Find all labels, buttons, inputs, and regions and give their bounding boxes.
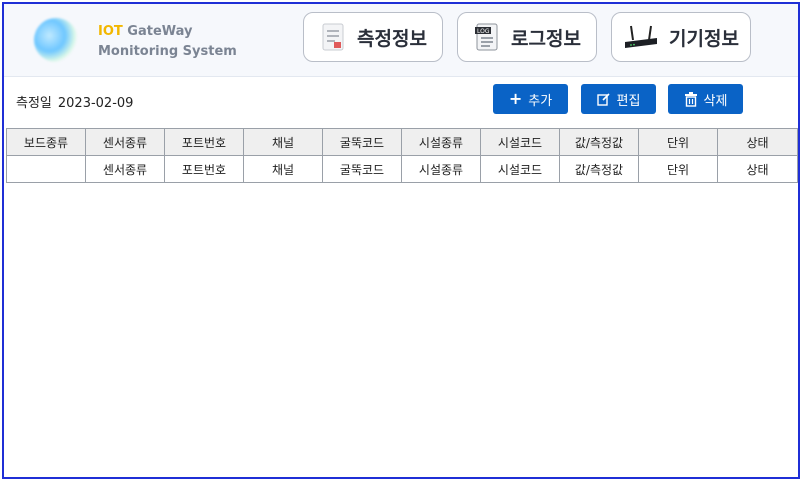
nav-device-label: 기기정보	[669, 27, 739, 50]
header-bar: IOT GateWay Monitoring System 측정정보 LOG 로…	[4, 4, 798, 77]
logo	[34, 18, 78, 62]
data-table: 보드종류 센서종류 포트번호 채널 굴뚝코드 시설종류 시설코드 값/측정값 단…	[6, 128, 798, 183]
edit-label: 편집	[616, 93, 641, 109]
add-button[interactable]: + 추가	[493, 84, 568, 114]
brand-line2: Monitoring System	[98, 44, 237, 59]
edit-icon	[596, 93, 610, 106]
svg-text:LOG: LOG	[477, 28, 490, 35]
brand-line1: GateWay	[122, 24, 193, 39]
column-header[interactable]: 시설코드	[480, 128, 560, 156]
table-cell[interactable]: 단위	[638, 155, 718, 183]
table-cell[interactable]: 채널	[243, 155, 323, 183]
column-header[interactable]: 센서종류	[85, 128, 165, 156]
date-bar: 측정일 2023-02-09	[16, 92, 139, 111]
nav-measurement-label: 측정정보	[357, 27, 427, 50]
column-header[interactable]: 시설종류	[401, 128, 481, 156]
column-header[interactable]: 값/측정값	[559, 128, 639, 156]
table-row[interactable]: 센서종류 포트번호 채널 굴뚝코드 시설종류 시설코드 값/측정값 단위 상태	[6, 155, 798, 183]
column-header[interactable]: 포트번호	[164, 128, 244, 156]
delete-button[interactable]: 삭제	[668, 84, 743, 114]
table-cell[interactable]: 시설종류	[401, 155, 481, 183]
edit-button[interactable]: 편집	[581, 84, 656, 114]
table-cell[interactable]: 포트번호	[164, 155, 244, 183]
table-cell[interactable]: 시설코드	[480, 155, 560, 183]
brand-highlight: IOT	[98, 24, 123, 39]
plus-icon: +	[508, 89, 523, 108]
brand-title: IOT GateWay Monitoring System	[98, 22, 237, 62]
app-window: IOT GateWay Monitoring System 측정정보 LOG 로…	[2, 2, 800, 479]
delete-label: 삭제	[703, 93, 728, 109]
nav-device-button[interactable]: 기기정보	[611, 12, 751, 62]
date-label: 측정일	[16, 96, 52, 111]
column-header[interactable]: 굴뚝코드	[322, 128, 402, 156]
column-header[interactable]: 채널	[243, 128, 323, 156]
router-icon	[625, 25, 658, 48]
date-value[interactable]: 2023-02-09	[58, 96, 134, 111]
column-header[interactable]: 보드종류	[6, 128, 86, 156]
trash-icon	[684, 91, 697, 107]
table-cell[interactable]: 상태	[717, 155, 798, 183]
add-label: 추가	[528, 93, 553, 109]
table-cell[interactable]: 센서종류	[85, 155, 165, 183]
column-header[interactable]: 단위	[638, 128, 718, 156]
table-cell[interactable]: 굴뚝코드	[322, 155, 402, 183]
column-header[interactable]: 상태	[717, 128, 798, 156]
table-cell[interactable]: 값/측정값	[559, 155, 639, 183]
nav-log-label: 로그정보	[511, 27, 581, 50]
log-file-icon: LOG	[475, 23, 498, 51]
document-icon	[322, 23, 344, 51]
table-cell[interactable]	[6, 155, 86, 183]
table-header-row: 보드종류 센서종류 포트번호 채널 굴뚝코드 시설종류 시설코드 값/측정값 단…	[6, 128, 798, 156]
nav-log-button[interactable]: LOG 로그정보	[457, 12, 597, 62]
nav-measurement-button[interactable]: 측정정보	[303, 12, 443, 62]
